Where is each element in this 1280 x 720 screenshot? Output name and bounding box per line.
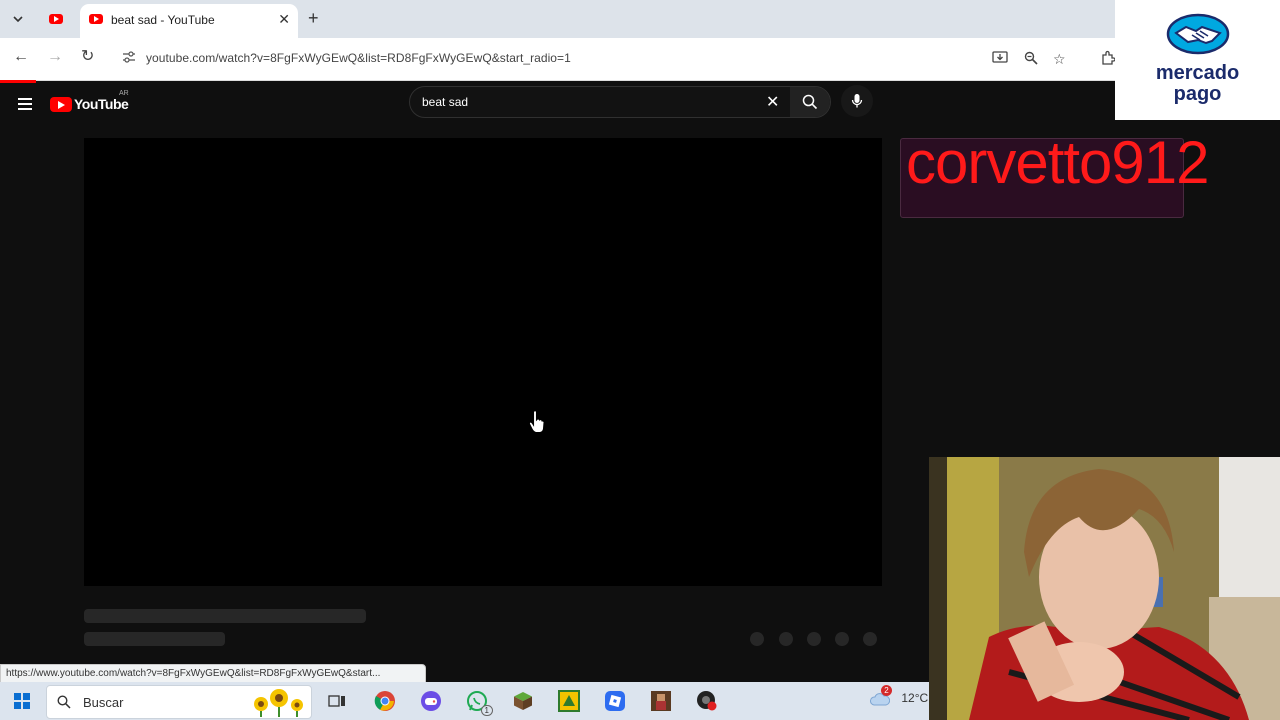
chevron-down-icon [13,16,23,23]
game-character-icon[interactable] [649,689,673,713]
forward-arrow-icon[interactable]: → [47,49,63,65]
task-view-icon[interactable] [325,689,349,713]
roblox-icon[interactable] [603,689,627,713]
search-icon [802,94,818,110]
whatsapp-icon[interactable]: 1 [465,689,493,716]
back-arrow-icon[interactable]: ← [13,49,29,65]
status-link-text: https://www.youtube.com/watch?v=8FgFxWyG… [6,668,381,679]
weather-badge: 2 [881,685,892,696]
tab-close-icon[interactable]: ✕ [278,11,290,28]
mercadopago-text-line1: mercado [1155,62,1240,84]
reload-icon[interactable]: ↻ [81,49,94,65]
clear-search-icon[interactable]: ✕ [766,92,779,112]
video-player[interactable] [84,138,882,586]
search-icon [57,695,71,709]
handshake-logo-icon [1166,13,1230,55]
youtube-logo[interactable]: YouTube [50,94,129,114]
install-app-icon[interactable] [992,51,1008,68]
search-button[interactable] [790,87,830,117]
windows-start-icon[interactable] [14,693,30,709]
link-status-bubble: https://www.youtube.com/watch?v=8FgFxWyG… [0,664,426,684]
search-input[interactable]: beat sad [422,95,468,109]
hand-cursor-icon [529,410,545,434]
action-skeleton [835,632,849,646]
chrome-icon[interactable] [373,689,397,713]
action-skeleton [750,632,764,646]
action-skeleton [779,632,793,646]
youtube-search-box[interactable]: beat sad ✕ [409,86,831,118]
browser-tab-strip: beat sad - YouTube ✕ + [0,0,1280,38]
channel-skeleton [84,632,225,646]
weather-temperature: 12°C [901,691,929,705]
game-launcher-icon[interactable] [419,689,443,713]
hamburger-menu-icon[interactable] [18,95,32,113]
mercadopago-text-line2: pago [1173,83,1222,105]
microphone-icon [851,94,863,108]
action-skeleton [807,632,821,646]
minecraft-icon[interactable] [511,689,535,713]
game-app-icon[interactable] [557,689,581,713]
sunflower-icon [254,689,303,717]
zoom-icon[interactable] [1024,51,1038,68]
taskbar-search-placeholder: Buscar [83,695,124,710]
url-text: youtube.com/watch?v=8FgFxWyGEwQ&list=RD8… [146,51,571,65]
youtube-favicon-icon [49,14,63,24]
taskbar-search-box[interactable]: Buscar [46,685,312,719]
youtube-logo-text: YouTube [74,96,129,112]
weather-widget[interactable]: 2 12°C [870,685,929,706]
streamer-name: corvetto912 [906,129,1210,196]
webcam-overlay [929,457,1280,720]
recording-app-icon[interactable] [695,689,719,713]
title-skeleton [84,609,366,623]
mercadopago-logo: mercado pago [1115,0,1280,120]
youtube-favicon-icon [89,14,103,24]
youtube-play-icon [50,96,72,112]
action-skeleton [863,632,877,646]
bookmark-star-icon[interactable]: ☆ [1053,51,1066,68]
new-tab-button[interactable]: + [308,9,319,27]
extensions-icon[interactable] [1100,50,1116,70]
address-bar[interactable]: youtube.com/watch?v=8FgFxWyGEwQ&list=RD8… [112,43,1122,75]
webcam-person-image [929,457,1280,720]
active-tab[interactable]: beat sad - YouTube ✕ [80,4,298,38]
whatsapp-badge: 1 [480,705,493,716]
tab-search-button[interactable] [6,7,30,31]
region-code: AR [119,90,129,97]
pinned-tab-youtube[interactable] [44,7,68,31]
browser-toolbar: ← → ↻ youtube.com/watch?v=8FgFxWyGEwQ&li… [0,38,1280,81]
voice-search-button[interactable] [841,85,873,117]
site-info-icon[interactable] [122,51,136,66]
tab-title: beat sad - YouTube [111,13,215,27]
